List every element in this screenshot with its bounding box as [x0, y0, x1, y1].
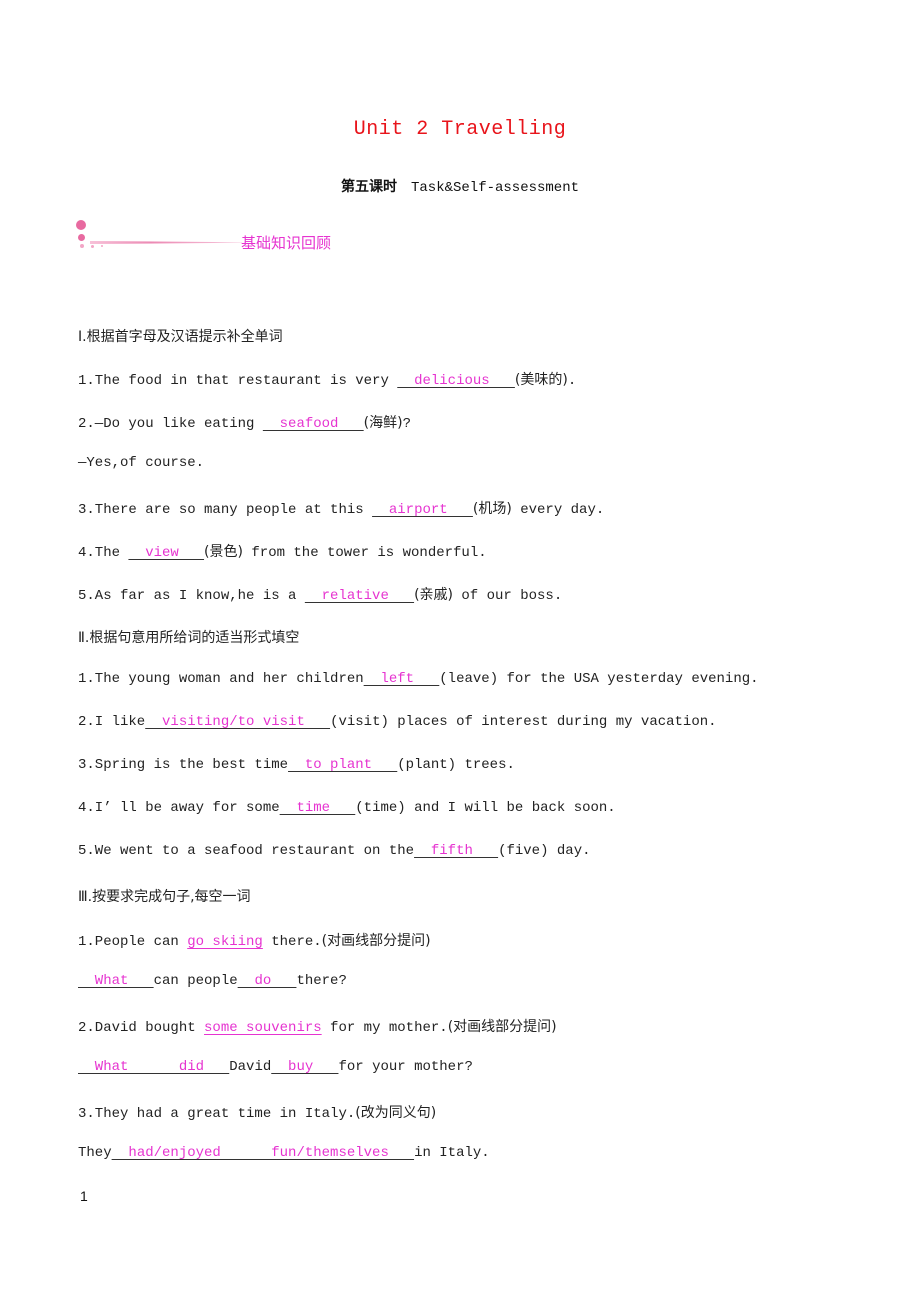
- question-text: .: [567, 373, 577, 389]
- question-text: (time) and I will be back soon.: [355, 800, 616, 816]
- answer-blank: seafood: [262, 416, 364, 432]
- question-text: 3.They had a great time in Italy.: [78, 1106, 356, 1122]
- answer-blank: visiting/to visit: [145, 714, 331, 730]
- s1-question-1: 1.The food in that restaurant is very de…: [78, 369, 576, 389]
- s3-answer-2: What did David buy for your mother?: [78, 1059, 473, 1075]
- question-text: every day.: [511, 502, 605, 518]
- question-text: 3.Spring is the best time: [78, 757, 289, 773]
- question-text: from the tower is wonderful.: [242, 545, 487, 561]
- answer-text: for your mother?: [338, 1059, 473, 1075]
- question-text: 2.—Do you like eating: [78, 416, 263, 432]
- answer-blank: view: [128, 545, 205, 561]
- question-text: of our boss.: [453, 588, 563, 604]
- question-text: 4.The: [78, 545, 129, 561]
- banner-dot-icon: [78, 234, 85, 241]
- instruction-text: (对画线部分提问): [447, 1019, 557, 1035]
- answer-blank: do: [237, 973, 297, 989]
- s2-question-2: 2.I like visiting/to visit (visit) place…: [78, 714, 717, 730]
- banner-divider: [90, 241, 242, 244]
- question-text: 2.David bought: [78, 1020, 205, 1036]
- hint-text: (景色): [204, 544, 243, 560]
- s2-question-3: 3.Spring is the best time to plant (plan…: [78, 757, 515, 773]
- question-text: 5.We went to a seafood restaurant on the: [78, 843, 415, 859]
- underlined-phrase: some souvenirs: [204, 1020, 322, 1036]
- question-text: there.: [262, 934, 322, 950]
- s2-question-5: 5.We went to a seafood restaurant on the…: [78, 843, 591, 859]
- s1-question-4: 4.The view (景色) from the tower is wonder…: [78, 541, 487, 561]
- question-text: 1.The young woman and her children: [78, 671, 364, 687]
- lesson-topic: Task&Self-assessment: [410, 180, 580, 196]
- section-3-heading: Ⅲ.按要求完成句子,每空一词: [78, 889, 251, 905]
- s3-question-3: 3.They had a great time in Italy.(改为同义句): [78, 1102, 436, 1122]
- question-text: for my mother.: [321, 1020, 448, 1036]
- question-text: (plant) trees.: [397, 757, 515, 773]
- s1-question-5: 5.As far as I know,he is a relative (亲戚)…: [78, 584, 562, 604]
- question-text: 1.People can: [78, 934, 188, 950]
- s1-question-2-reply: —Yes,of course.: [78, 455, 205, 471]
- s3-answer-3: They had/enjoyed fun/themselves in Italy…: [78, 1145, 490, 1161]
- answer-blank: to plant: [288, 757, 398, 773]
- s1-question-2: 2.—Do you like eating seafood (海鲜)?: [78, 412, 411, 432]
- page-number: 1: [80, 1188, 88, 1204]
- answer-text: They: [78, 1145, 112, 1161]
- banner-dot-icon: [101, 245, 103, 247]
- s3-question-2: 2.David bought some souvenirs for my mot…: [78, 1016, 557, 1036]
- answer-text: there?: [296, 973, 347, 989]
- question-text: 5.As far as I know,he is a: [78, 588, 305, 604]
- answer-blank: relative: [304, 588, 415, 604]
- answer-blank: buy: [271, 1059, 339, 1075]
- question-text: (visit) places of interest during my vac…: [330, 714, 717, 730]
- hint-text: (机场): [472, 501, 512, 517]
- banner-dot-icon: [80, 244, 84, 248]
- section-1-heading: Ⅰ.根据首字母及汉语提示补全单词: [78, 329, 283, 345]
- banner-dot-icon: [76, 220, 86, 230]
- s3-answer-1: What can people do there?: [78, 973, 347, 989]
- hint-text: (亲戚): [414, 587, 453, 603]
- question-text: 2.I like: [78, 714, 146, 730]
- answer-blank: fifth: [414, 843, 499, 859]
- section-2-heading: Ⅱ.根据句意用所给词的适当形式填空: [78, 630, 300, 646]
- underlined-phrase: go skiing: [187, 934, 263, 950]
- s3-question-1: 1.People can go skiing there.(对画线部分提问): [78, 930, 431, 950]
- answer-text: David: [229, 1059, 272, 1075]
- banner-label: 基础知识回顾: [241, 234, 332, 252]
- question-text: (five) day.: [498, 843, 591, 859]
- lesson-subtitle: 第五课时 Task&Self-assessment: [0, 176, 920, 196]
- answer-blank: What: [78, 973, 154, 989]
- s2-question-1: 1.The young woman and her children left …: [78, 671, 759, 687]
- s2-question-4: 4.I’ ll be away for some time (time) and…: [78, 800, 616, 816]
- instruction-text: (对画线部分提问): [321, 933, 431, 949]
- section-banner: 基础知识回顾: [76, 220, 356, 260]
- question-text: 3.There are so many people at this: [78, 502, 373, 518]
- hint-text: (美味的): [514, 372, 568, 388]
- answer-blank: left: [363, 671, 440, 687]
- document-title: Unit 2 Travelling: [353, 118, 567, 141]
- lesson-label: 第五课时: [340, 179, 397, 195]
- answer-blank: airport: [372, 502, 473, 518]
- answer-text: in Italy.: [414, 1145, 490, 1161]
- answer-blank: What did: [78, 1059, 230, 1075]
- hint-text: (海鲜): [363, 415, 403, 431]
- question-text: 1.The food in that restaurant is very: [78, 373, 398, 389]
- answer-blank: delicious: [397, 373, 515, 389]
- banner-dot-icon: [91, 245, 94, 248]
- answer-blank: time: [279, 800, 356, 816]
- s1-question-3: 3.There are so many people at this airpo…: [78, 498, 604, 518]
- question-text: (leave) for the USA yesterday evening.: [439, 671, 759, 687]
- question-text: 4.I’ ll be away for some: [78, 800, 280, 816]
- instruction-text: (改为同义句): [355, 1105, 437, 1121]
- answer-text: can people: [153, 973, 238, 989]
- answer-blank: had/enjoyed fun/themselves: [111, 1145, 415, 1161]
- question-text: ?: [402, 416, 412, 432]
